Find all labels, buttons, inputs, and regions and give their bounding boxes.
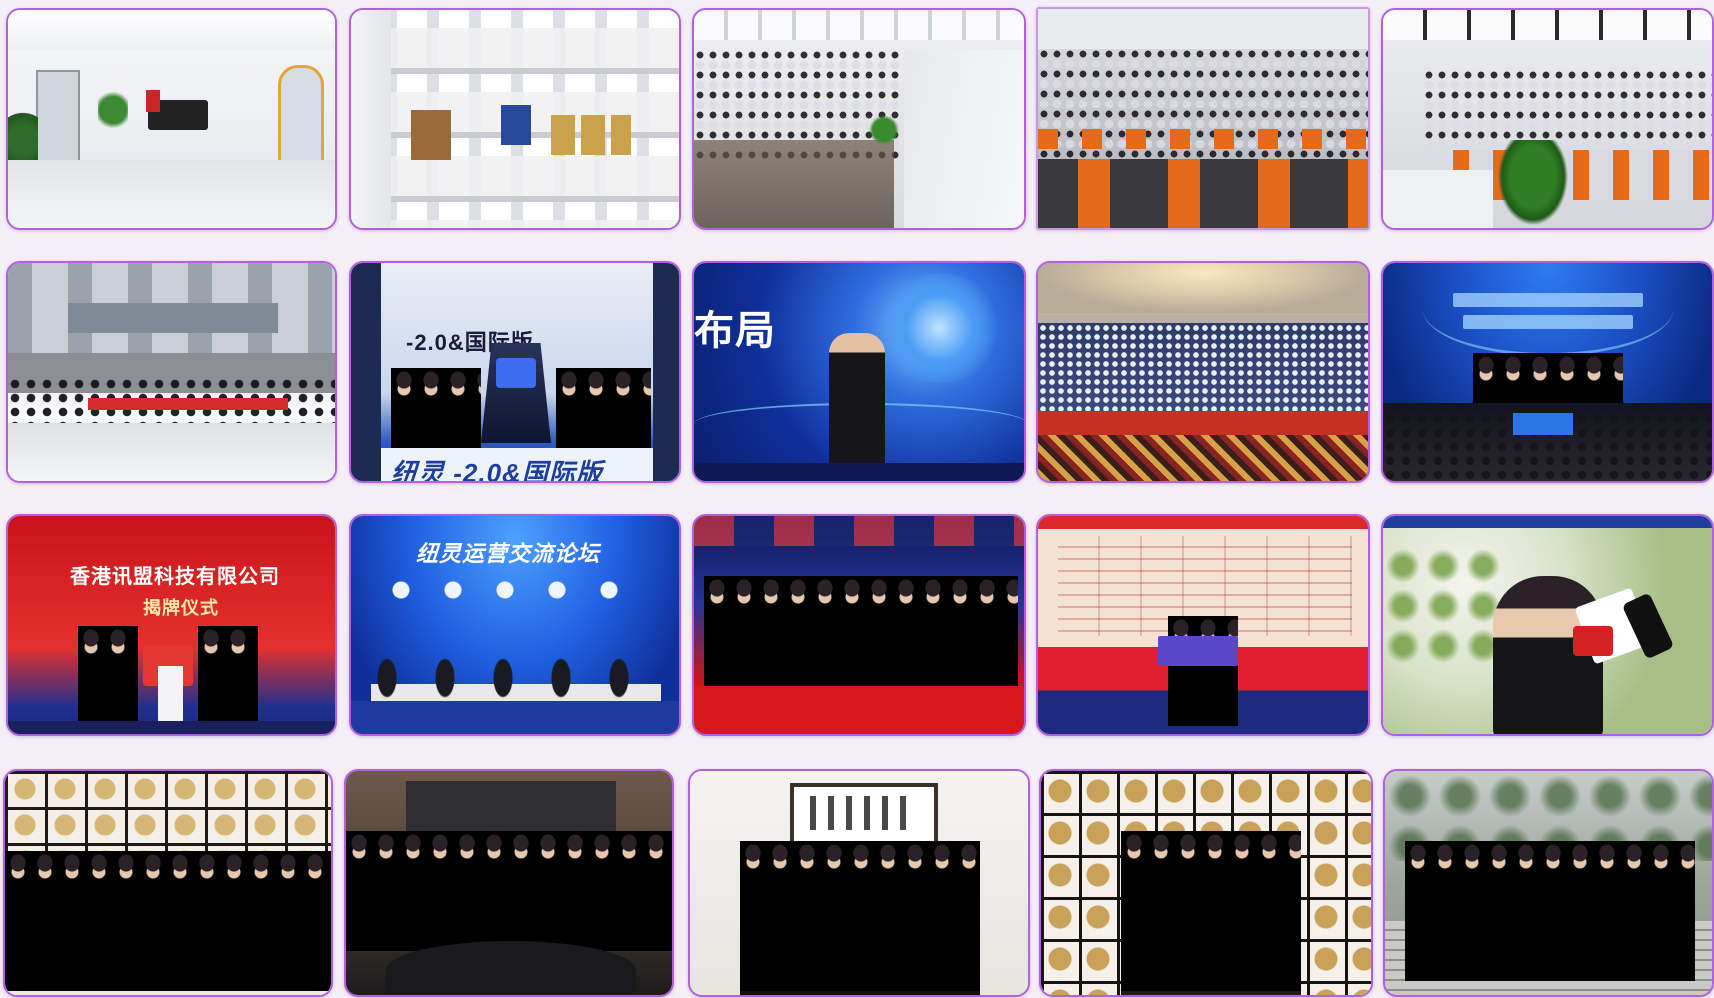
gallery-photo-certificate-wall[interactable] xyxy=(349,8,681,230)
gallery-photo-speaker-stage[interactable]: 布局 xyxy=(692,261,1026,483)
gallery-photo-group-certificate-room[interactable] xyxy=(3,769,333,997)
gallery-photo-group-honor-wall[interactable] xyxy=(1039,769,1373,997)
gallery-photo-open-office[interactable] xyxy=(692,8,1026,230)
gallery-photo-media-interview[interactable] xyxy=(1381,514,1714,736)
photo-gallery: -2.0&国际版 纽灵 -2.0&国际版 布局 香港讯盟科技有限公司 揭牌仪式 … xyxy=(0,0,1714,998)
gallery-photo-group-calligraphy-room[interactable] xyxy=(688,769,1030,997)
ceremony-banner-title: 香港讯盟科技有限公司 xyxy=(70,566,280,588)
gallery-photo-company-group-photo-outdoor[interactable] xyxy=(6,261,337,483)
gallery-photo-forum-panel[interactable]: 纽灵运营交流论坛 xyxy=(349,514,681,736)
forum-banner: 纽灵运营交流论坛 xyxy=(416,541,601,566)
gallery-photo-signing-ceremony-blue[interactable] xyxy=(1381,261,1714,483)
gallery-photo-open-office-plant[interactable] xyxy=(1381,8,1714,230)
stage-subbanner: 纽灵 -2.0&国际版 xyxy=(391,458,603,483)
gallery-photo-group-meeting-room[interactable] xyxy=(344,769,674,997)
gallery-photo-group-outdoor-steps[interactable] xyxy=(1383,769,1714,997)
gallery-photo-office-reception[interactable] xyxy=(6,8,337,230)
gallery-photo-award-presentation[interactable] xyxy=(1036,514,1370,736)
gallery-photo-stage-launch[interactable]: -2.0&国际版 纽灵 -2.0&国际版 xyxy=(349,261,681,483)
gallery-photo-ballroom-crowd[interactable] xyxy=(1036,261,1370,483)
speaker-banner: 布局 xyxy=(694,309,776,353)
gallery-photo-open-office-orange-chairs[interactable] xyxy=(1036,7,1370,230)
ceremony-banner-subtitle: 揭牌仪式 xyxy=(143,598,219,618)
gallery-photo-award-stage-red[interactable] xyxy=(692,514,1026,736)
gallery-photo-red-stage-ceremony[interactable]: 香港讯盟科技有限公司 揭牌仪式 xyxy=(6,514,337,736)
